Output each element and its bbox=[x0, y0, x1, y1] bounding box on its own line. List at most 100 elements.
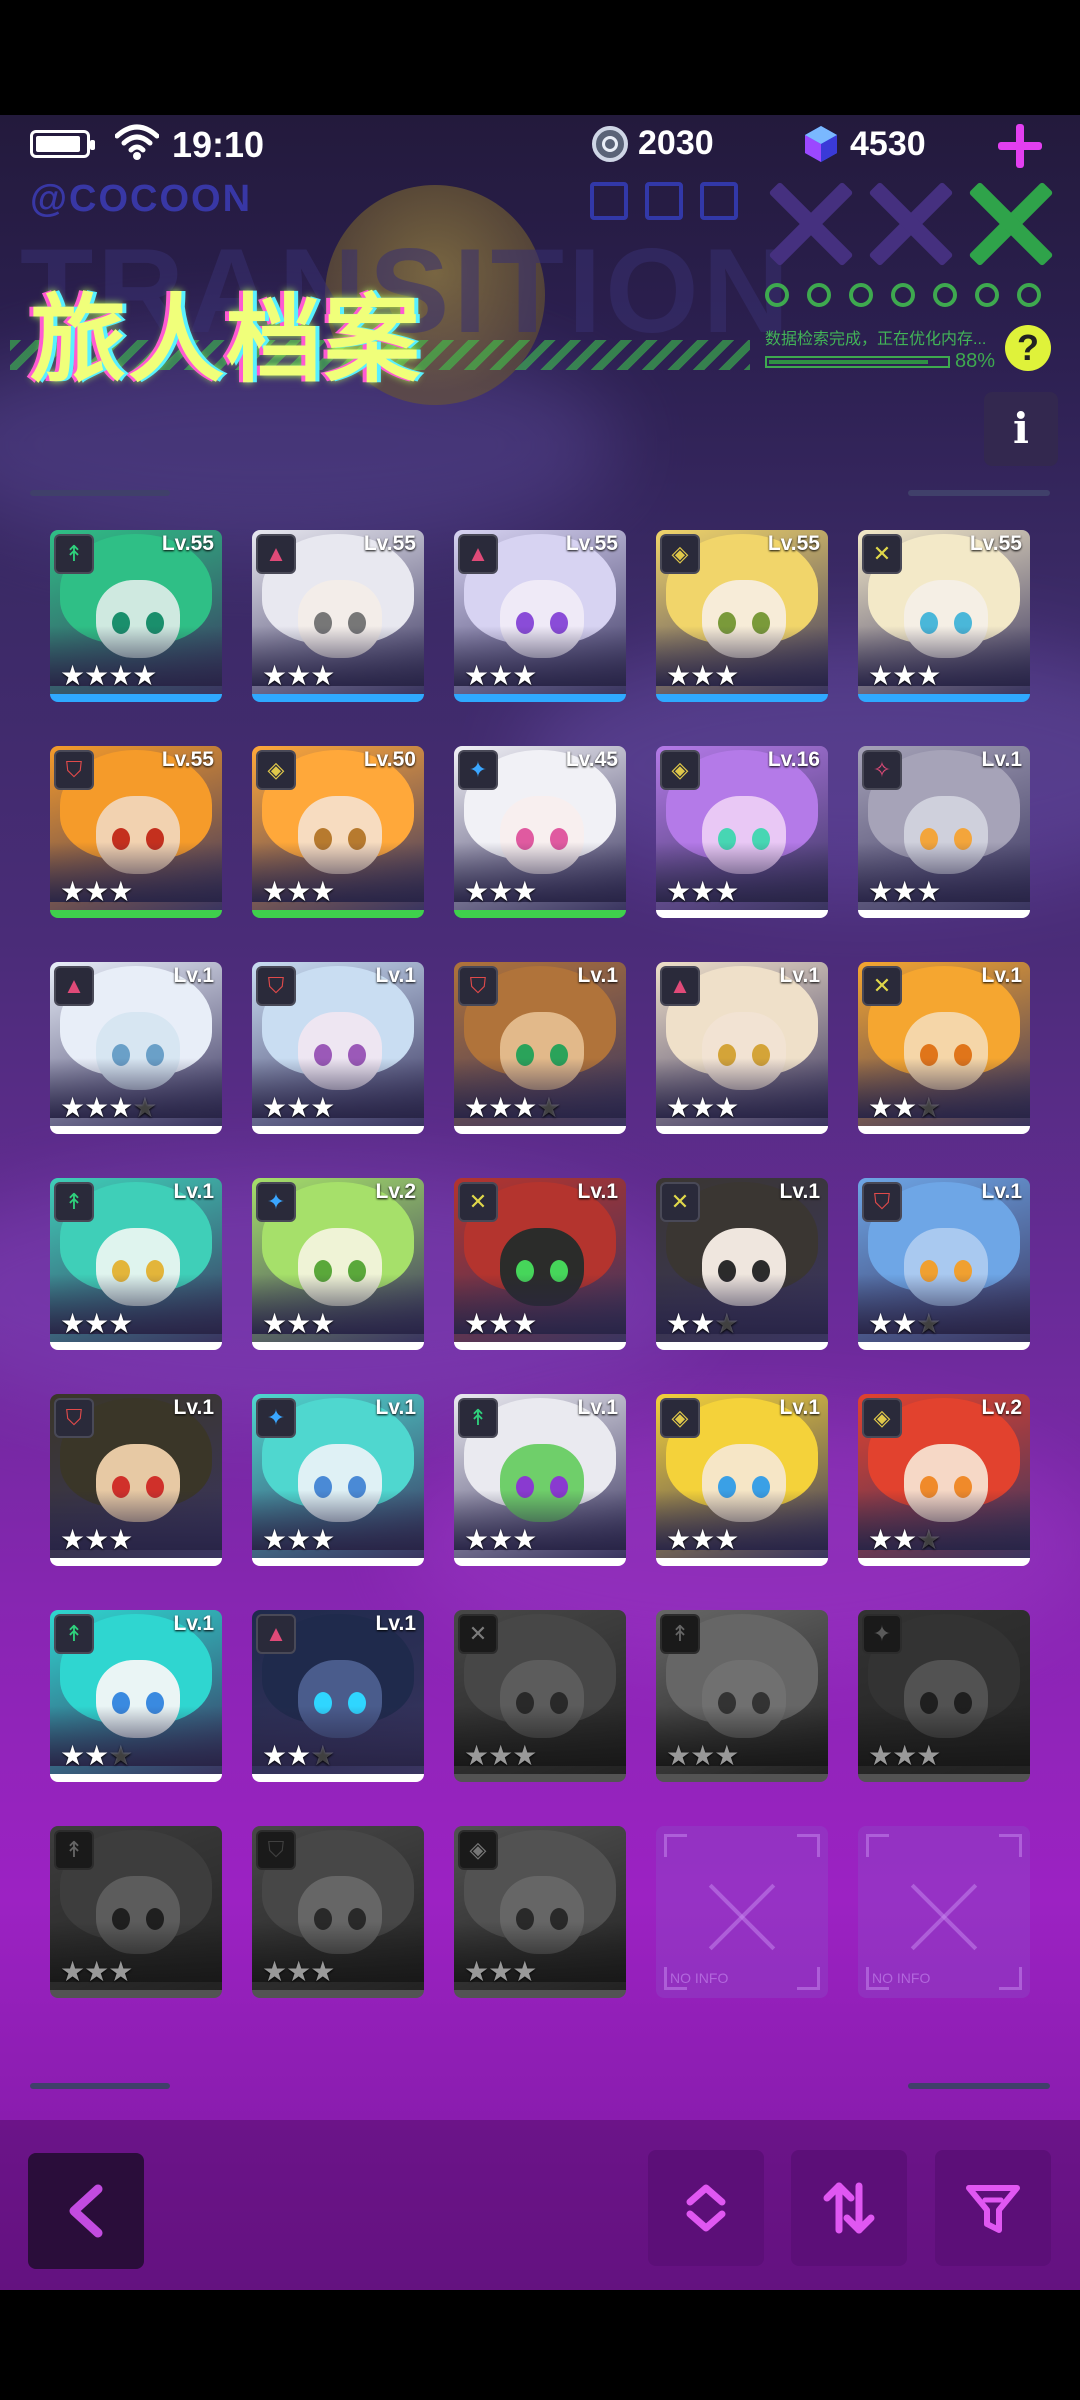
character-card[interactable]: ▲ Lv.1 ★★★★ bbox=[50, 962, 222, 1134]
gem-counter[interactable]: 4530 bbox=[802, 124, 926, 164]
character-card[interactable]: ⛉ Lv.1 ★★★ bbox=[50, 1394, 222, 1566]
level-label: Lv.1 bbox=[577, 1396, 618, 1419]
star-rating: ★★★ bbox=[262, 1308, 335, 1339]
character-card[interactable]: ↟ ★★★ bbox=[656, 1610, 828, 1782]
tank-icon: ⛉ bbox=[458, 966, 498, 1006]
character-card[interactable]: ▲ Lv.55 ★★★ bbox=[252, 530, 424, 702]
character-card[interactable]: ⛉ Lv.1 ★★★ bbox=[252, 962, 424, 1134]
support-icon: ◈ bbox=[660, 1398, 700, 1438]
character-card[interactable]: ◈ Lv.55 ★★★ bbox=[656, 530, 828, 702]
star-rating: ★★★ bbox=[666, 1308, 739, 1339]
add-currency-button[interactable] bbox=[996, 122, 1044, 170]
tank-icon: ⛉ bbox=[256, 1830, 296, 1870]
character-card[interactable]: ⛉ Lv.1 ★★★★ bbox=[454, 962, 626, 1134]
support-icon: ◈ bbox=[660, 534, 700, 574]
level-label: Lv.1 bbox=[577, 1180, 618, 1203]
level-label: Lv.50 bbox=[363, 748, 416, 771]
card-underline bbox=[656, 910, 828, 918]
star-rating: ★★★ bbox=[666, 660, 739, 691]
star-rating: ★★★ bbox=[60, 876, 133, 907]
level-label: Lv.1 bbox=[173, 1396, 214, 1419]
star-rating: ★★★ bbox=[464, 660, 537, 691]
character-card[interactable]: ▲ Lv.1 ★★★ bbox=[252, 1610, 424, 1782]
warrior-icon: ✕ bbox=[458, 1614, 498, 1654]
archer-icon: ↟ bbox=[660, 1614, 700, 1654]
sort-swap-button[interactable] bbox=[791, 2150, 907, 2266]
card-underline bbox=[656, 1774, 828, 1782]
level-label: Lv.1 bbox=[577, 964, 618, 987]
card-underline bbox=[858, 694, 1030, 702]
level-label: Lv.45 bbox=[565, 748, 618, 771]
star-rating: ★★★ bbox=[464, 1740, 537, 1771]
character-card[interactable]: ✦ Lv.45 ★★★ bbox=[454, 746, 626, 918]
character-card[interactable]: ▲ Lv.1 ★★★ bbox=[656, 962, 828, 1134]
character-card[interactable]: ◈ Lv.50 ★★★ bbox=[252, 746, 424, 918]
filter-button[interactable] bbox=[935, 2150, 1051, 2266]
warrior-icon: ✕ bbox=[458, 1182, 498, 1222]
character-card[interactable]: ✦ Lv.2 ★★★ bbox=[252, 1178, 424, 1350]
placeholder-mark bbox=[797, 1834, 820, 1857]
ranger-icon: ✦ bbox=[862, 1614, 902, 1654]
card-underline bbox=[454, 1990, 626, 1998]
star-rating: ★★★ bbox=[666, 1740, 739, 1771]
character-card[interactable]: ⛉ Lv.1 ★★★ bbox=[858, 1178, 1030, 1350]
card-underline bbox=[252, 910, 424, 918]
character-card[interactable]: ✧ Lv.1 ★★★ bbox=[858, 746, 1030, 918]
sort-order-button[interactable] bbox=[648, 2150, 764, 2266]
page-title: 旅人档案 bbox=[30, 287, 422, 394]
card-underline bbox=[252, 1558, 424, 1566]
save-icon bbox=[645, 182, 683, 220]
star-rating: ★★★ bbox=[262, 1740, 335, 1771]
battery-icon bbox=[30, 130, 95, 158]
level-label: Lv.55 bbox=[565, 532, 618, 555]
character-card[interactable]: ◈ ★★★ bbox=[454, 1826, 626, 1998]
support-icon: ◈ bbox=[458, 1830, 498, 1870]
character-card[interactable]: ↟ Lv.55 ★★★★ bbox=[50, 530, 222, 702]
mage-icon: ▲ bbox=[54, 966, 94, 1006]
character-card[interactable]: ↟ Lv.1 ★★★ bbox=[50, 1178, 222, 1350]
character-card[interactable]: ◈ Lv.1 ★★★ bbox=[656, 1394, 828, 1566]
level-label: Lv.1 bbox=[981, 1180, 1022, 1203]
warrior-icon: ✕ bbox=[862, 534, 902, 574]
star-rating: ★★★ bbox=[60, 1956, 133, 1987]
coin-icon bbox=[592, 125, 628, 162]
back-button[interactable] bbox=[28, 2153, 144, 2269]
character-card[interactable]: ◈ Lv.16 ★★★ bbox=[656, 746, 828, 918]
support-icon: ◈ bbox=[256, 750, 296, 790]
level-label: Lv.1 bbox=[779, 964, 820, 987]
empty-slot: NO INFO bbox=[656, 1826, 828, 1998]
character-card[interactable]: ↟ ★★★ bbox=[50, 1826, 222, 1998]
level-label: Lv.1 bbox=[375, 964, 416, 987]
coin-counter[interactable]: 2030 bbox=[592, 124, 714, 163]
status-dots bbox=[765, 283, 1041, 307]
star-rating: ★★★★ bbox=[60, 660, 157, 691]
wifi-icon bbox=[115, 124, 159, 160]
character-card[interactable]: ✕ Lv.1 ★★★ bbox=[454, 1178, 626, 1350]
star-rating: ★★★ bbox=[666, 876, 739, 907]
info-button[interactable]: i bbox=[984, 392, 1058, 466]
character-card[interactable]: ◈ Lv.2 ★★★ bbox=[858, 1394, 1030, 1566]
character-card[interactable]: ✦ ★★★ bbox=[858, 1610, 1030, 1782]
card-underline bbox=[50, 1342, 222, 1350]
character-card[interactable]: ↟ Lv.1 ★★★ bbox=[454, 1394, 626, 1566]
level-label: Lv.55 bbox=[161, 532, 214, 555]
star-rating: ★★★ bbox=[262, 1524, 335, 1555]
character-card[interactable]: ✕ Lv.1 ★★★ bbox=[656, 1178, 828, 1350]
help-button[interactable]: ? bbox=[1005, 325, 1051, 371]
warrior-icon: ✕ bbox=[862, 966, 902, 1006]
character-card[interactable]: ↟ Lv.1 ★★★ bbox=[50, 1610, 222, 1782]
character-card[interactable]: ⛉ Lv.55 ★★★ bbox=[50, 746, 222, 918]
support-icon: ◈ bbox=[862, 1398, 902, 1438]
loading-bar bbox=[765, 356, 950, 368]
character-card[interactable]: ▲ Lv.55 ★★★ bbox=[454, 530, 626, 702]
loading-percent: 88% bbox=[955, 350, 996, 372]
clock: 19:10 bbox=[172, 124, 265, 165]
character-card[interactable]: ✕ ★★★ bbox=[454, 1610, 626, 1782]
ranger-icon: ✦ bbox=[256, 1398, 296, 1438]
character-card[interactable]: ⛉ ★★★ bbox=[252, 1826, 424, 1998]
character-card[interactable]: ✦ Lv.1 ★★★ bbox=[252, 1394, 424, 1566]
character-card[interactable]: ✕ Lv.55 ★★★ bbox=[858, 530, 1030, 702]
placeholder-mark bbox=[797, 1967, 820, 1990]
level-label: Lv.1 bbox=[981, 748, 1022, 771]
character-card[interactable]: ✕ Lv.1 ★★★ bbox=[858, 962, 1030, 1134]
